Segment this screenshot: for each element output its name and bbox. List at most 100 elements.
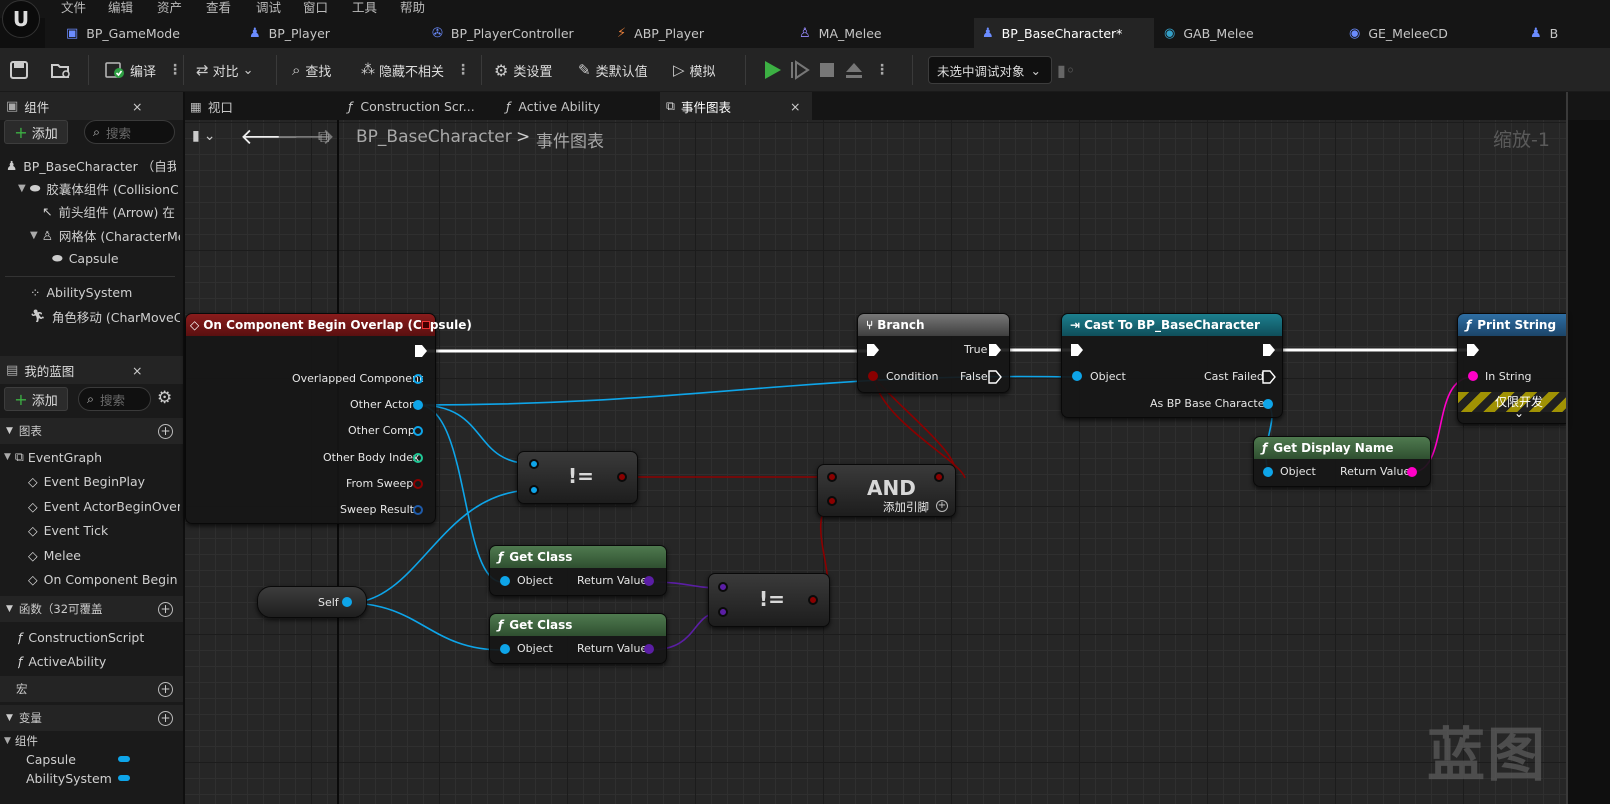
pin-other-comp[interactable]	[413, 426, 423, 436]
function-item-constructionscript[interactable]: ƒ ConstructionScript	[18, 627, 178, 647]
menu-window[interactable]: 窗口	[303, 0, 328, 16]
component-item-arrow[interactable]: ↖ 前头组件 (Arrow) 在	[42, 201, 180, 221]
hide-unrelated-button[interactable]: ⁂ 隐藏不相关 ⋮	[361, 57, 470, 83]
pin-neq-return[interactable]	[617, 472, 627, 482]
event-item-actorbeginoverlap[interactable]: ◇ Event ActorBeginOverla	[28, 496, 180, 516]
pin-getclass1-return[interactable]	[644, 576, 654, 586]
pin-getclass2-object[interactable]	[500, 644, 510, 654]
tab-bp-basecharacter[interactable]: ♟ BP_BaseCharacter*	[974, 18, 1154, 48]
component-item-root[interactable]: ♟ BP_BaseCharacter （自我	[6, 155, 176, 175]
exec-in-pin[interactable]	[1070, 343, 1084, 357]
close-icon[interactable]: ×	[790, 99, 800, 114]
pin-other-actor[interactable]	[413, 400, 423, 410]
event-item-melee[interactable]: ◇ Melee	[28, 545, 180, 565]
add-function-icon[interactable]: +	[158, 601, 173, 617]
menu-help[interactable]: 帮助	[400, 0, 425, 16]
tab-ge-meleecd[interactable]: ◉ GE_MeleeCD	[1347, 18, 1527, 48]
more-icon[interactable]: ⋮	[456, 62, 470, 78]
delegate-pin-icon[interactable]	[422, 321, 430, 329]
breadcrumb-current[interactable]: 事件图表	[536, 127, 604, 152]
debug-filter-button[interactable]: ▮◦	[1057, 57, 1075, 83]
graph-item-eventgraph[interactable]: ▼ ⧉ EventGraph	[4, 447, 180, 467]
node-get-display-name[interactable]: ƒ Get Display Name	[1253, 436, 1431, 487]
browse-button[interactable]	[50, 57, 72, 83]
pin-and-return[interactable]	[934, 472, 944, 482]
section-graphs[interactable]: ▼ 图表 +	[0, 418, 183, 444]
menu-tools[interactable]: 工具	[352, 0, 377, 16]
event-item-beginplay[interactable]: ◇ Event BeginPlay	[28, 471, 180, 491]
section-macros[interactable]: 宏 +	[0, 676, 183, 702]
components-search-input[interactable]: ⌕ 搜索	[84, 120, 175, 144]
unreal-logo-icon[interactable]: U	[2, 0, 40, 38]
pin-display-object[interactable]	[1263, 467, 1273, 477]
pin-as-bp-base-character[interactable]	[1263, 399, 1273, 409]
exec-cast-failed-pin[interactable]	[1262, 370, 1276, 384]
menu-asset[interactable]: 资产	[157, 0, 182, 16]
pin-neq-a[interactable]	[529, 459, 539, 469]
tab-event-graph[interactable]: ⧉ 事件图表 ×	[660, 92, 812, 120]
debug-object-dropdown[interactable]: 未选中调试对象 ⌄	[928, 56, 1052, 84]
variable-item-abilitysystem[interactable]: AbilitySystem	[26, 768, 176, 788]
tab-bp-playercontroller[interactable]: ✇ BP_PlayerController	[430, 18, 610, 48]
compile-button[interactable]: 编译 ⋮	[104, 57, 182, 83]
simulate-button[interactable]: ▷ 模拟	[673, 57, 716, 83]
menu-debug[interactable]: 调试	[256, 0, 281, 16]
eject-icon[interactable]	[842, 58, 866, 82]
tab-gab-melee[interactable]: ◉ GAB_Melee	[1162, 18, 1342, 48]
exec-out-pin[interactable]	[414, 344, 428, 358]
component-item-capsule[interactable]: ⬬ Capsule	[52, 248, 172, 268]
save-button[interactable]	[9, 57, 29, 83]
event-item-tick[interactable]: ◇ Event Tick	[28, 520, 180, 540]
bookmark-dropdown[interactable]: ▮ ⌄	[192, 128, 224, 148]
add-component-button[interactable]: + 添加	[4, 120, 68, 144]
pin-getclass2-return[interactable]	[644, 644, 654, 654]
pin-overlapped-component[interactable]	[413, 374, 423, 384]
pin-cast-object[interactable]	[1072, 371, 1082, 381]
tab-viewport[interactable]: ▦ 视口	[190, 92, 340, 120]
component-item-mesh[interactable]: ▼ ♙ 网格体 (CharacterMe	[30, 225, 180, 245]
pin-neq-b[interactable]	[529, 485, 539, 495]
add-pin-icon[interactable]: +	[936, 500, 948, 512]
function-item-activeability[interactable]: ƒ ActiveAbility	[18, 651, 178, 671]
variable-item-capsule[interactable]: Capsule	[26, 749, 176, 769]
pin-from-sweep[interactable]	[413, 479, 423, 489]
pin-and-a[interactable]	[827, 472, 837, 482]
event-item-componentbeginoverlap[interactable]: ◇On Component Begin Ov	[28, 569, 180, 589]
exec-false-pin[interactable]	[988, 370, 1002, 384]
exec-in-pin[interactable]	[1466, 343, 1480, 357]
tab-active-ability[interactable]: ƒ Active Ability	[506, 92, 656, 120]
add-macro-icon[interactable]: +	[158, 681, 173, 697]
pin-neq-class-return[interactable]	[808, 595, 818, 605]
node-get-class-1[interactable]: ƒ Get Class	[489, 545, 667, 596]
class-settings-button[interactable]: ⚙ 类设置	[494, 57, 552, 83]
node-on-component-begin-overlap[interactable]: ◇ On Component Begin Overlap (Capsule)	[185, 313, 472, 524]
pin-sweep-result[interactable]	[413, 505, 423, 515]
component-item-movement[interactable]: 🏃︎ 角色移动 (CharMoveC	[30, 306, 180, 326]
add-graph-icon[interactable]: +	[158, 423, 173, 439]
pin-display-return[interactable]	[1407, 467, 1417, 477]
component-item-capsule-collision[interactable]: ▼ ⬬ 胶囊体组件 (CollisionC	[18, 178, 178, 198]
pin-other-body-index[interactable]	[413, 453, 423, 463]
tab-overflow[interactable]: ♟ B	[1528, 18, 1610, 48]
menu-file[interactable]: 文件	[61, 0, 86, 16]
tab-bp-gamemode[interactable]: ▣ BP_GameMode	[62, 18, 242, 48]
pin-neq-class-b[interactable]	[718, 607, 728, 617]
node-get-class-2[interactable]: ƒ Get Class	[489, 613, 667, 664]
breadcrumb-root[interactable]: BP_BaseCharacter	[356, 127, 512, 147]
add-blueprint-item-button[interactable]: + 添加	[4, 387, 68, 411]
more-icon[interactable]: ⋮	[168, 62, 182, 78]
pin-getclass1-object[interactable]	[500, 576, 510, 586]
gear-icon[interactable]: ⚙	[157, 388, 172, 408]
add-pin-label[interactable]: 添加引脚	[883, 499, 929, 515]
find-button[interactable]: ⌕ 查找	[292, 57, 331, 83]
exec-true-pin[interactable]	[988, 343, 1002, 357]
component-item-abilitysystem[interactable]: ⁘ AbilitySystem	[30, 282, 180, 302]
variable-category-components[interactable]: ▼ 组件	[4, 731, 174, 751]
exec-out-pin[interactable]	[1262, 343, 1276, 357]
section-variables[interactable]: ▼ 变量 +	[0, 705, 183, 731]
tab-bp-player[interactable]: ♟ BP_Player	[245, 18, 420, 48]
vertical-scrollbar[interactable]	[1566, 92, 1568, 804]
section-functions[interactable]: ▼ 函数（32可覆盖 +	[0, 596, 183, 622]
exec-in-pin[interactable]	[866, 343, 880, 357]
pin-in-string[interactable]	[1468, 371, 1478, 381]
